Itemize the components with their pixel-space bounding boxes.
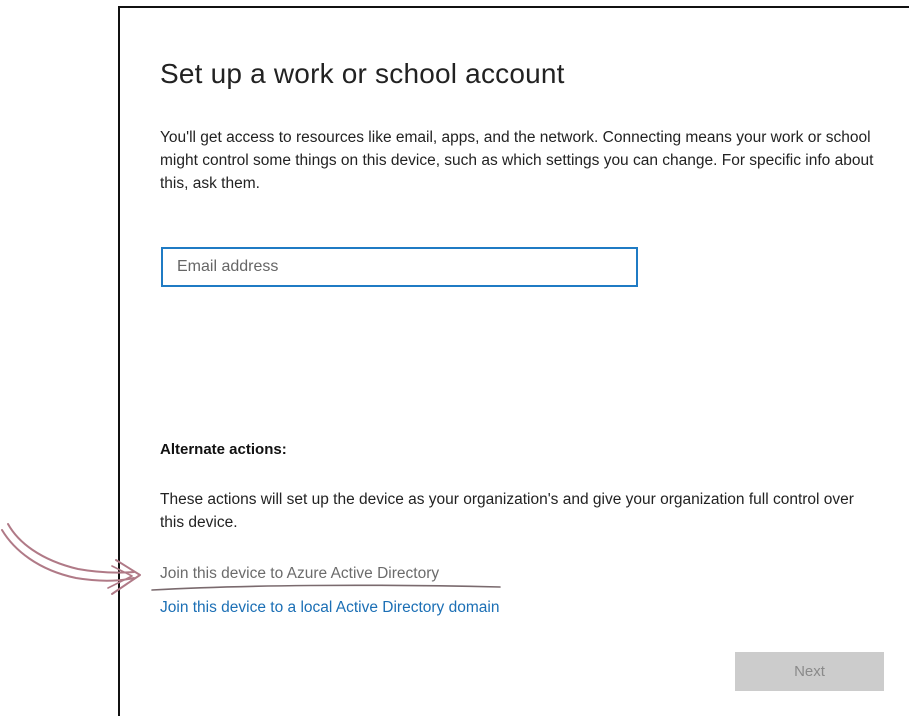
page-title: Set up a work or school account xyxy=(160,58,565,89)
email-field[interactable] xyxy=(161,247,638,287)
next-button[interactable]: Next xyxy=(735,652,884,691)
alternate-actions-heading: Alternate actions: xyxy=(160,441,287,458)
alternate-actions-description: These actions will set up the device as … xyxy=(160,491,854,531)
hand-drawn-underline-icon xyxy=(151,584,501,591)
hand-drawn-arrow-icon xyxy=(1,523,141,595)
join-local-ad-domain-link[interactable]: Join this device to a local Active Direc… xyxy=(160,599,499,617)
page-description: You'll get access to resources like emai… xyxy=(160,129,874,192)
